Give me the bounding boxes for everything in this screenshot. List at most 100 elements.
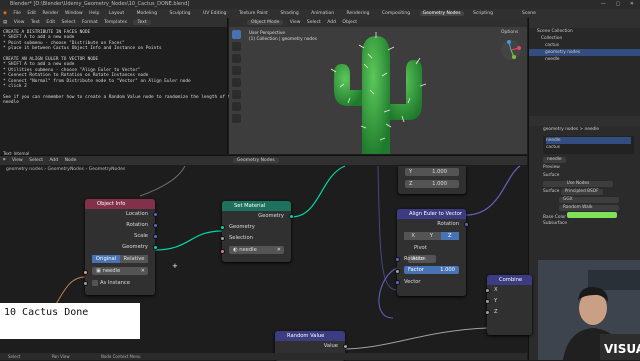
object-info-title[interactable]: Object Info: [85, 199, 155, 209]
z-socket[interactable]: [484, 310, 490, 315]
y-socket[interactable]: [484, 299, 490, 304]
menu-help[interactable]: Help: [89, 11, 99, 16]
annotate-tool-icon[interactable]: [232, 102, 241, 111]
axis-y-button[interactable]: Y: [422, 231, 441, 240]
z-value-field[interactable]: Z 1.000: [405, 180, 459, 188]
vector-fields-node[interactable]: Y 1.000 Z 1.000: [398, 166, 466, 194]
vp-menu-view[interactable]: View: [290, 20, 301, 25]
outliner-item[interactable]: geometry nodes: [529, 49, 640, 56]
axis-x-button[interactable]: X: [404, 231, 423, 240]
te-menu-edit[interactable]: Edit: [46, 20, 55, 25]
relative-button[interactable]: Relative: [120, 254, 148, 263]
combine-title[interactable]: Combine: [487, 275, 532, 285]
menu-file[interactable]: File: [13, 11, 21, 16]
material-socket[interactable]: [219, 248, 225, 254]
distribution-dropdown[interactable]: GGX: [559, 197, 619, 203]
as-instance-checkbox[interactable]: [92, 279, 98, 286]
factor-field[interactable]: Factor 1.000: [404, 266, 459, 274]
x-socket[interactable]: [484, 288, 490, 293]
te-menu-format[interactable]: Format: [82, 20, 98, 25]
outliner-item[interactable]: Scene Collection: [529, 28, 640, 35]
tab-scripting[interactable]: Scripting: [470, 11, 496, 16]
rotate-tool-icon[interactable]: [232, 66, 241, 75]
options-dropdown[interactable]: Options: [501, 30, 518, 35]
location-socket[interactable]: [152, 212, 158, 217]
rotation-out-socket[interactable]: [463, 222, 469, 227]
te-menu-templates[interactable]: Templates: [104, 20, 127, 25]
outliner-item[interactable]: needle: [529, 56, 640, 63]
cactus-model[interactable]: [324, 28, 434, 154]
vp-menu-object[interactable]: Object: [342, 20, 357, 25]
selection-socket[interactable]: [219, 236, 225, 241]
editor-type-icon[interactable]: ▤: [3, 20, 7, 25]
blender-logo-icon[interactable]: ◉: [3, 11, 7, 16]
tab-texture-paint[interactable]: Texture Paint: [236, 11, 271, 16]
preview-panel[interactable]: Preview: [529, 164, 640, 172]
material-slot-list[interactable]: needle cactus: [543, 136, 634, 154]
tab-uv-editing[interactable]: UV Editing: [200, 11, 229, 16]
outliner-item[interactable]: cactus: [529, 42, 640, 49]
select-tool-icon[interactable]: [232, 30, 241, 39]
set-material-title[interactable]: Set Material: [222, 201, 291, 211]
axis-z-button[interactable]: Z: [440, 231, 459, 240]
vector-in-socket[interactable]: [394, 280, 400, 285]
as-instance-row[interactable]: As Instance: [82, 278, 155, 289]
align-euler-node[interactable]: Align Euler to Vector Rotation X Y Z Piv…: [394, 209, 469, 296]
material-name-field[interactable]: needle: [543, 157, 566, 163]
tab-animation[interactable]: Animation: [308, 11, 337, 16]
geometry-in-socket[interactable]: [219, 225, 225, 230]
scale-tool-icon[interactable]: [232, 78, 241, 87]
3d-viewport[interactable]: Object Mode View Select Add Object User …: [229, 18, 527, 154]
tab-rendering[interactable]: Rendering: [344, 11, 373, 16]
material-field[interactable]: ◐ needle ✕: [229, 245, 284, 254]
original-button[interactable]: Original: [92, 254, 120, 263]
object-socket[interactable]: [82, 270, 88, 275]
menu-window[interactable]: Window: [65, 11, 83, 16]
vp-menu-select[interactable]: Select: [307, 20, 321, 25]
menu-edit[interactable]: Edit: [27, 11, 36, 16]
object-field[interactable]: ▣ needle ✕: [92, 267, 148, 275]
scene-selector[interactable]: Scene: [522, 9, 536, 18]
value-socket[interactable]: [342, 344, 348, 349]
move-tool-icon[interactable]: [232, 54, 241, 63]
use-nodes-button[interactable]: Use Nodes: [543, 181, 613, 187]
vp-menu-add[interactable]: Add: [327, 20, 336, 25]
as-instance-socket[interactable]: [82, 281, 88, 286]
cursor-tool-icon[interactable]: [232, 42, 241, 51]
material-slot[interactable]: cactus: [546, 144, 631, 151]
tab-sculpting[interactable]: Sculpting: [167, 11, 194, 16]
subsurface-method-dropdown[interactable]: Random Walk: [559, 205, 619, 211]
rotation-in-socket[interactable]: [394, 256, 400, 262]
base-color-swatch[interactable]: [567, 212, 618, 218]
tab-shading[interactable]: Shading: [277, 11, 301, 16]
scale-socket[interactable]: [152, 234, 158, 239]
transform-tool-icon[interactable]: [232, 90, 241, 99]
outliner-item[interactable]: Collection: [529, 35, 640, 42]
te-menu-view[interactable]: View: [14, 20, 25, 25]
set-material-node[interactable]: Set Material Geometry Geometry Selection…: [219, 201, 294, 262]
random-value-title[interactable]: Random Value: [275, 331, 345, 341]
te-menu-select[interactable]: Select: [62, 20, 76, 25]
align-euler-title[interactable]: Align Euler to Vector: [397, 209, 466, 219]
object-mode-dropdown[interactable]: Object Mode: [247, 20, 284, 25]
rotation-socket[interactable]: [152, 223, 158, 228]
menu-render[interactable]: Render: [43, 11, 59, 16]
te-menu-text[interactable]: Text: [31, 20, 40, 25]
geometry-out-socket[interactable]: [288, 214, 294, 219]
measure-tool-icon[interactable]: [232, 114, 241, 123]
geometry-socket[interactable]: [152, 245, 158, 250]
window-controls[interactable]: — ▢ ✕: [601, 0, 638, 9]
text-datablock-field[interactable]: Text: [133, 20, 151, 25]
tab-compositing[interactable]: Compositing: [379, 11, 413, 16]
text-content[interactable]: CREATE A DISTRIBUTE IN FACES NODE * SHIFT…: [0, 27, 236, 109]
tab-layout[interactable]: Layout: [106, 11, 127, 16]
surface-panel[interactable]: Surface: [529, 172, 640, 180]
object-info-node[interactable]: Object Info Location Rotation Scale Geom…: [82, 199, 158, 295]
combine-xyz-node[interactable]: Combine X Y Z: [484, 275, 532, 335]
surface-shader-field[interactable]: Principled BSDF: [560, 189, 603, 195]
material-slot[interactable]: needle: [546, 137, 631, 144]
y-value-field[interactable]: Y 1.000: [405, 167, 459, 176]
navigation-gizmo[interactable]: [499, 38, 523, 62]
factor-socket[interactable]: [394, 269, 400, 274]
tab-geometry-nodes[interactable]: Geometry Nodes: [419, 11, 464, 16]
